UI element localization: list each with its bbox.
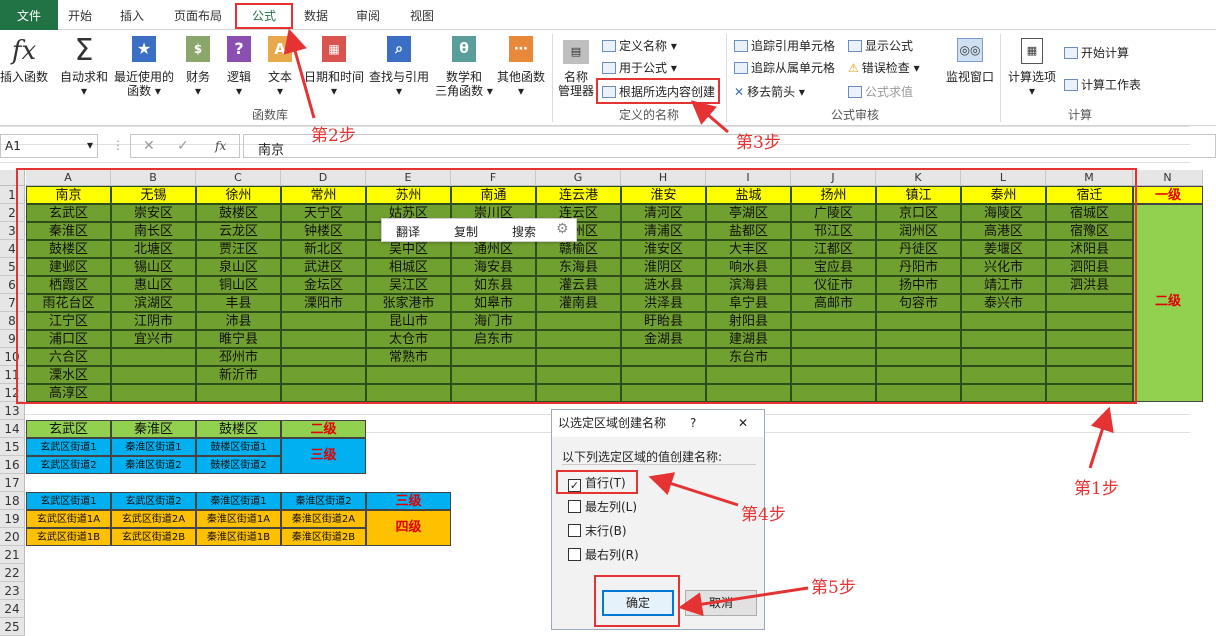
step3-arrow [690, 100, 729, 134]
step4-arrow [648, 472, 739, 507]
step1-arrow [1088, 406, 1114, 469]
step2-arrow [283, 28, 316, 119]
annotation-arrows [283, 28, 1114, 617]
step5-arrow [678, 586, 809, 617]
